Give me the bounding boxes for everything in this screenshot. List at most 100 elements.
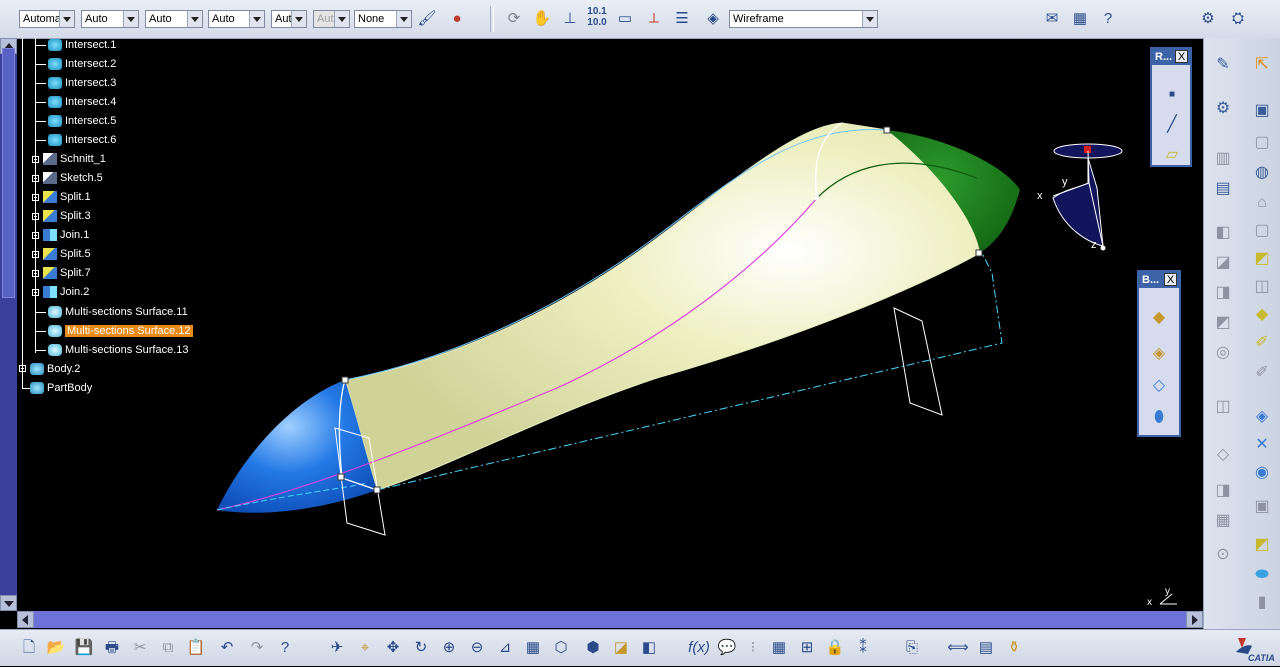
thickness-icon[interactable]: ◨ [1210, 280, 1236, 306]
tree-item[interactable]: Sketch.5 [43, 169, 103, 187]
eraser-icon[interactable]: ⬬ [1249, 562, 1275, 588]
whats-this-help-icon[interactable]: ? [273, 636, 297, 660]
tree-item[interactable]: Intersect.4 [36, 93, 116, 111]
tree-item[interactable]: Split.1 [43, 188, 91, 206]
paste-icon[interactable]: 📋 [184, 636, 208, 660]
measure-inertia-icon[interactable]: ⚱ [1002, 636, 1026, 660]
plane-icon[interactable]: ▱ [1156, 141, 1188, 169]
cut-icon[interactable]: ✂ [128, 636, 152, 660]
zoom-in-icon[interactable]: ⊕ [437, 636, 461, 660]
sketcher-icon[interactable]: ✎ [1210, 52, 1236, 78]
close-surface-icon[interactable]: ◉ [1249, 460, 1275, 486]
point-type-combo[interactable]: Auto [145, 10, 203, 28]
solid-icon[interactable]: ▮ [1249, 590, 1275, 616]
measure-item-icon[interactable]: ▤ [974, 636, 998, 660]
pan-icon[interactable]: ✥ [381, 636, 405, 660]
tree-item[interactable]: Multi-sections Surface.13 [36, 341, 189, 359]
point-icon[interactable]: ■ [1156, 81, 1188, 109]
rotate-icon[interactable]: ↻ [409, 636, 433, 660]
shading-icon[interactable]: ⬢ [581, 636, 605, 660]
tree-item-selected[interactable]: Multi-sections Surface.12 [36, 322, 193, 340]
surface-icon[interactable]: ◩ [1249, 532, 1275, 558]
line-icon[interactable]: ╱ [1156, 111, 1188, 139]
binary-grid-icon[interactable]: 10.1 10.0 [586, 6, 608, 28]
intersect-body-icon[interactable]: ⬮ [1143, 404, 1175, 432]
scroll-left-button[interactable] [17, 611, 34, 628]
scale-icon[interactable]: ◎ [1210, 340, 1236, 366]
formula-icon[interactable]: f(x) [687, 636, 711, 660]
hide-show-icon[interactable]: ◪ [609, 636, 633, 660]
replace-face-icon[interactable]: ▣ [1249, 494, 1275, 520]
pattern-combo[interactable]: None [354, 10, 412, 28]
catalog-icon[interactable]: ▦ [1069, 8, 1091, 30]
draft-icon[interactable]: ◪ [1210, 250, 1236, 276]
tree-item[interactable]: Intersect.3 [36, 74, 116, 92]
new-file-icon[interactable]: 🗋 [17, 636, 41, 660]
grid-icon[interactable]: ▦ [1210, 508, 1236, 534]
shaft-icon[interactable]: ▥ [1210, 146, 1236, 172]
list-icon[interactable]: ☰ [671, 8, 693, 30]
knowledge-icon[interactable]: ⁝ [741, 636, 765, 660]
select-arrow-icon[interactable]: ⇱ [1249, 52, 1275, 78]
shell-icon[interactable]: ◫ [1249, 274, 1275, 300]
tree-item[interactable]: Join.1 [43, 226, 89, 244]
tree-item[interactable]: Schnitt_1 [43, 150, 106, 168]
open-folder-icon[interactable]: 📂 [44, 636, 68, 660]
thread-icon[interactable]: ◆ [1249, 302, 1275, 328]
tree-item[interactable]: Split.5 [43, 245, 91, 263]
tree-item[interactable]: Intersect.1 [36, 36, 116, 54]
tree-expander[interactable] [32, 194, 39, 201]
refresh-icon[interactable]: ⟳ [503, 8, 525, 30]
print-icon[interactable]: 🖶 [100, 636, 124, 660]
plane-icon[interactable]: ▭ [614, 8, 636, 30]
fillet-icon[interactable]: ◧ [1210, 220, 1236, 246]
thick-surface-icon[interactable]: ✕ [1249, 432, 1275, 458]
swap-visible-space-icon[interactable]: ◧ [637, 636, 661, 660]
gear-icon[interactable]: ⚙ [1197, 8, 1219, 30]
pocket-icon[interactable]: ▢ [1249, 130, 1275, 156]
update-icon[interactable]: ⎘ [900, 636, 924, 660]
vertical-scrollbar[interactable] [0, 38, 17, 611]
design-table-icon[interactable]: ⊞ [795, 636, 819, 660]
tree-expander[interactable] [32, 270, 39, 277]
isometric-view-icon[interactable]: ⬡ [549, 636, 573, 660]
tree-expander[interactable] [32, 213, 39, 220]
sew-surface-icon[interactable]: ◈ [1249, 404, 1275, 430]
tree-expander[interactable] [32, 232, 39, 239]
tree-item[interactable]: PartBody [22, 379, 92, 397]
parameters-icon[interactable]: ⁑ [851, 636, 875, 660]
redo-icon[interactable]: ↷ [245, 636, 269, 660]
fit-all-icon[interactable]: ⌖ [353, 636, 377, 660]
scrollbar-thumb[interactable] [2, 48, 15, 298]
paintbrush-icon[interactable]: 🖌 [416, 8, 438, 30]
analysis-icon[interactable]: ⊙ [1210, 542, 1236, 568]
tree-expander[interactable] [32, 289, 39, 296]
multi-view-icon[interactable]: ▦ [521, 636, 545, 660]
tree-item[interactable]: Multi-sections Surface.11 [36, 303, 188, 321]
table-icon[interactable]: ▦ [767, 636, 791, 660]
tree-expander[interactable] [32, 175, 39, 182]
axis-system-icon[interactable]: ⊥ [559, 8, 581, 30]
horizontal-scrollbar[interactable] [17, 611, 1203, 628]
zoom-out-icon[interactable]: ⊖ [465, 636, 489, 660]
tree-item[interactable]: Body.2 [30, 360, 80, 378]
remove-body-icon[interactable]: ◇ [1143, 372, 1175, 400]
fly-mode-icon[interactable]: ✈ [325, 636, 349, 660]
pan-hand-icon[interactable]: ✋ [531, 8, 553, 30]
render-style-icon[interactable]: ◈ [702, 8, 724, 30]
pad-icon[interactable]: ▣ [1249, 98, 1275, 124]
undo-icon[interactable]: ↶ [215, 636, 239, 660]
tree-item[interactable]: Split.3 [43, 207, 91, 225]
axis-marker-icon[interactable]: ⟂ [643, 8, 665, 30]
workbench-icon[interactable]: ⛭ [1227, 8, 1249, 30]
mirror-icon[interactable]: ◩ [1210, 310, 1236, 336]
save-icon[interactable]: 💾 [72, 636, 96, 660]
normal-view-icon[interactable]: ⊿ [493, 636, 517, 660]
tree-expander[interactable] [19, 365, 26, 372]
chamfer-icon[interactable]: ◩ [1249, 246, 1275, 272]
linetype-combo[interactable]: Aut [271, 10, 307, 28]
gear-icon[interactable]: ⚙ [1210, 96, 1236, 122]
add-body-icon[interactable]: ◈ [1143, 340, 1175, 368]
trim-icon[interactable]: ◇ [1210, 442, 1236, 468]
lock-icon[interactable]: 🔒 [823, 636, 847, 660]
